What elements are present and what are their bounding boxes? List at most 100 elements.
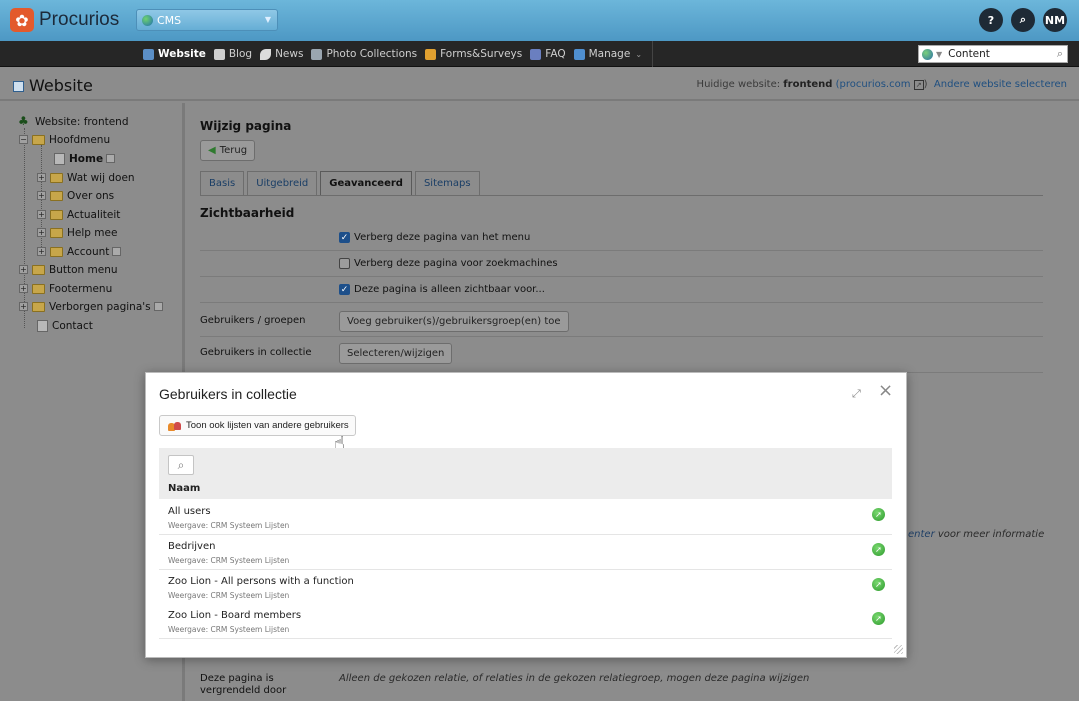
nav-faq[interactable]: FAQ (526, 41, 569, 67)
resize-handle[interactable] (894, 645, 903, 654)
tree-item-label: Button menu (49, 263, 118, 276)
tree-item-label: Actualiteit (67, 208, 121, 221)
expand-icon[interactable]: + (37, 210, 46, 219)
chevron-down-icon: ▼ (936, 49, 943, 59)
tab-geavanceerd[interactable]: Geavanceerd (320, 171, 412, 195)
row-subtitle: Weergave: CRM Systeem Lijsten (168, 591, 290, 600)
page-options-icon[interactable] (153, 302, 163, 311)
nav-forms-surveys-label: Forms&Surveys (440, 48, 523, 60)
select-arrow-icon[interactable]: ➚ (872, 612, 885, 625)
hide-from-search-checkbox[interactable]: Verberg deze pagina voor zoekmachines (339, 258, 558, 269)
expand-icon[interactable]: + (37, 247, 46, 256)
table-row[interactable]: Bedrijven Weergave: CRM Systeem Lijsten … (159, 535, 892, 570)
user-avatar[interactable]: NM (1043, 8, 1067, 32)
procurios-logo[interactable]: ✿ Procurios (10, 8, 119, 32)
search-icon[interactable]: ⌕ (1057, 47, 1063, 61)
select-arrow-icon[interactable]: ➚ (872, 508, 885, 521)
module-nav-bar: Website Blog News Photo Collections Form… (0, 41, 1079, 67)
collection-label: Gebruikers in collectie (200, 347, 312, 358)
select-change-button[interactable]: Selecteren/wijzigen (339, 343, 453, 364)
add-users-groups-button[interactable]: Voeg gebruiker(s)/gebruikersgroep(en) to… (339, 311, 569, 332)
table-row[interactable]: Zoo Lion - All persons with a function W… (159, 570, 892, 605)
tree-item-label: Help mee (67, 226, 118, 239)
tree-root[interactable]: ♣ Website: frontend (18, 113, 129, 130)
content-search-input[interactable]: ▼ Content ⌕ (918, 45, 1068, 63)
restricted-visibility-checkbox[interactable]: ✓ Deze pagina is alleen zichtbaar voor..… (339, 284, 545, 295)
tab-sitemaps[interactable]: Sitemaps (414, 171, 480, 195)
tree-item-label: Wat wij doen (67, 171, 135, 184)
photo-icon (311, 48, 323, 60)
checkbox-label: Verberg deze pagina van het menu (354, 232, 531, 243)
page-options-icon[interactable] (106, 154, 116, 163)
tree-item-label: Over ons (67, 189, 115, 202)
nav-blog[interactable]: Blog (210, 41, 256, 67)
expand-icon[interactable]: + (37, 191, 46, 200)
tree-item-label: Verborgen pagina's (49, 300, 151, 313)
expand-icon[interactable]: + (37, 228, 46, 237)
tree-item-over-ons[interactable]: + Over ons (37, 187, 114, 204)
collapse-icon[interactable]: − (19, 135, 28, 144)
folder-icon (50, 227, 63, 238)
expand-icon[interactable]: + (19, 284, 28, 293)
nav-photo-collections[interactable]: Photo Collections (307, 41, 421, 67)
globe-icon (922, 48, 933, 60)
tree-item-button-menu[interactable]: + Button menu (19, 261, 118, 278)
edit-tabs: Basis Uitgebreid Geavanceerd Sitemaps (200, 171, 483, 195)
nav-manage[interactable]: Manage ⌄ (570, 41, 646, 67)
back-button[interactable]: ◀ Terug (200, 140, 256, 161)
external-link-icon[interactable]: ↗ (913, 80, 924, 90)
tree-item-help-mee[interactable]: + Help mee (37, 224, 117, 241)
row-name: Zoo Lion - Board members (168, 610, 302, 621)
tree-item-footermenu[interactable]: + Footermenu (19, 280, 112, 297)
website-icon (13, 81, 24, 92)
info-link[interactable]: enter (908, 529, 935, 540)
table-row[interactable]: Zoo Lion - Board members Weergave: CRM S… (159, 604, 892, 639)
hide-from-menu-checkbox[interactable]: ✓ Verberg deze pagina van het menu (339, 232, 530, 243)
current-site-domain-link[interactable]: (procurios.com (836, 79, 911, 90)
chevron-down-icon: ⌄ (635, 49, 643, 59)
module-select[interactable]: CMS ▼ (136, 9, 278, 31)
nav-forms-surveys[interactable]: Forms&Surveys (421, 41, 526, 67)
form-row: ✓ Deze pagina is alleen zichtbaar voor..… (200, 277, 1043, 303)
expand-icon[interactable]: + (19, 302, 28, 311)
tree-item-wat-wij-doen[interactable]: + Wat wij doen (37, 169, 135, 186)
select-arrow-icon[interactable]: ➚ (872, 543, 885, 556)
nav-blog-label: Blog (228, 48, 253, 60)
column-header-naam[interactable]: Naam (168, 483, 200, 494)
expand-icon[interactable]: ⤢ (852, 387, 866, 401)
close-icon[interactable]: × (878, 382, 894, 400)
row-subtitle: Weergave: CRM Systeem Lijsten (168, 521, 290, 530)
table-row[interactable]: All users Weergave: CRM Systeem Lijsten … (159, 500, 892, 535)
tab-basis[interactable]: Basis (200, 171, 245, 195)
tree-item-contact[interactable]: Contact (37, 317, 93, 334)
current-site-label: Huidige website: (696, 79, 781, 90)
change-website-link[interactable]: Andere website selecteren (934, 79, 1067, 90)
users-groups-label: Gebruikers / groepen (200, 315, 306, 326)
checkbox-checked-icon: ✓ (339, 284, 350, 295)
expand-icon[interactable]: + (19, 265, 28, 274)
page-options-icon[interactable] (112, 247, 122, 256)
tree-item-hoofdmenu[interactable]: − Hoofdmenu (19, 131, 110, 148)
tree-item-account[interactable]: + Account (37, 243, 122, 260)
help-button[interactable]: ? (979, 8, 1003, 32)
search-button[interactable]: ⌕ (1011, 8, 1035, 32)
users-collection-dialog: Gebruikers in collectie ⤢ × Toon ook lij… (145, 372, 907, 658)
tree-item-home[interactable]: Home (54, 150, 116, 167)
show-other-users-lists-button[interactable]: Toon ook lijsten van andere gebruikers (159, 415, 356, 436)
tab-uitgebreid[interactable]: Uitgebreid (247, 171, 318, 195)
nav-website[interactable]: Website (139, 41, 210, 67)
row-name: All users (168, 506, 211, 517)
news-icon (260, 48, 272, 60)
search-icon[interactable]: ⌕ (168, 455, 194, 475)
form-row: Gebruikers / groepen Voeg gebruiker(s)/g… (200, 307, 1043, 337)
nav-faq-label: FAQ (545, 48, 566, 60)
tree-item-actualiteit[interactable]: + Actualiteit (37, 206, 120, 223)
select-arrow-icon[interactable]: ➚ (872, 578, 885, 591)
form-row: ✓ Verberg deze pagina van het menu (200, 225, 1043, 251)
expand-icon[interactable]: + (37, 173, 46, 182)
show-other-users-lists-label: Toon ook lijsten van andere gebruikers (186, 420, 349, 431)
tree-item-verborgen-paginas[interactable]: + Verborgen pagina's (19, 298, 163, 315)
module-select-value: CMS (157, 13, 182, 27)
nav-news[interactable]: News (256, 41, 307, 67)
folder-icon (32, 283, 45, 294)
